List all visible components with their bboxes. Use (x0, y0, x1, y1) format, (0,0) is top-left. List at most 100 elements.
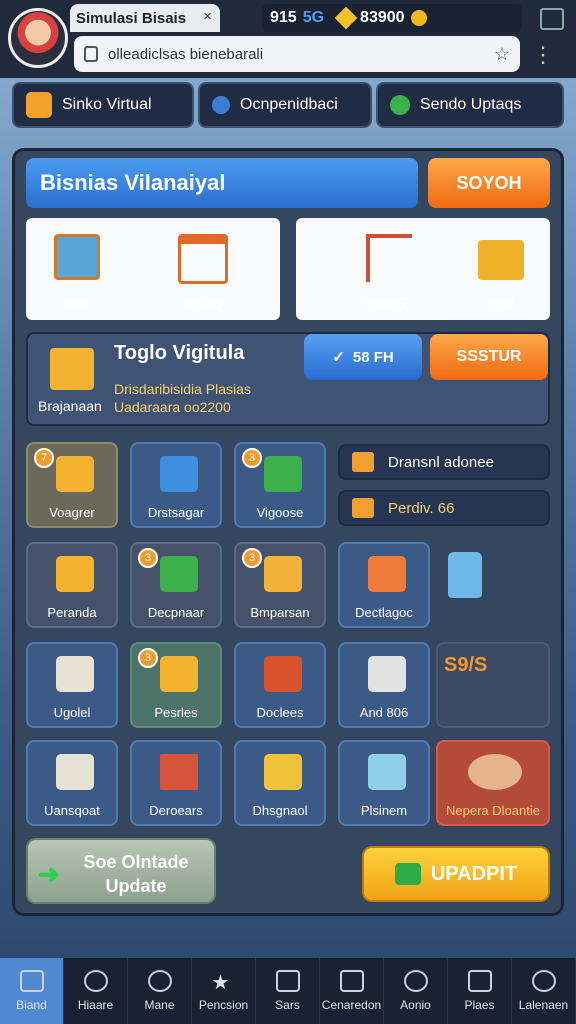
bottom-nav-label: Aonio (400, 998, 431, 1012)
bottom-nav-item[interactable]: Cenaredon (320, 958, 384, 1024)
bottom-nav-item[interactable]: Lalenaen (512, 958, 576, 1024)
calendar-icon (339, 970, 364, 992)
tile-item[interactable]: 3 Bmparsan (234, 542, 326, 628)
confirm-button[interactable]: ✓ 58 FH (304, 334, 422, 380)
tile-item[interactable]: Nepera Dloantie (436, 740, 550, 826)
tile-item[interactable]: 3 Decpnaar (130, 542, 222, 628)
info-row[interactable]: Dransnl adonee (338, 444, 550, 480)
footer-label: Update (105, 876, 167, 896)
blue-box-icon (160, 456, 198, 492)
tile-label: Vigoose (256, 505, 304, 520)
tile-item[interactable]: 7 Voagrer (26, 442, 118, 528)
green-box-icon (160, 556, 198, 592)
tile-label: Ugolel (53, 705, 91, 720)
avatar[interactable] (8, 8, 68, 68)
confirm-label: 58 FH (352, 348, 394, 366)
store-icon (352, 452, 374, 472)
home-icon (19, 970, 44, 992)
tile-item[interactable]: And 806 (338, 642, 430, 728)
nav-tab-ocnpen[interactable]: Ocnpenidbaci (198, 82, 372, 128)
tile-item[interactable]: Doclees (234, 642, 326, 728)
url-text: olleadiclsas bienebarali (108, 45, 264, 63)
stat-value: 65565 (364, 296, 406, 313)
tile-item[interactable]: 3 Pesrles (130, 642, 222, 728)
building-icon (368, 656, 406, 692)
bottom-nav-item[interactable]: Aonio (384, 958, 448, 1024)
tile-label: Voagrer (49, 505, 95, 520)
bottom-nav-item[interactable]: Mane (128, 958, 192, 1024)
bottom-nav-item[interactable]: Sars (256, 958, 320, 1024)
bottom-nav-item[interactable]: Hiaare (64, 958, 128, 1024)
bottom-nav-label: Mane (144, 998, 175, 1012)
window-icon[interactable] (540, 8, 564, 30)
settings-icon (403, 970, 428, 992)
tile-item[interactable]: Uansqoat (26, 740, 118, 826)
tile-item[interactable]: Dectlagoc (338, 542, 430, 628)
folder-icon (264, 556, 302, 592)
tile-label: Peranda (47, 605, 97, 620)
header-action-button[interactable]: SOYOH (428, 158, 550, 208)
badge: 3 (242, 548, 262, 568)
tile-label: And 806 (359, 705, 409, 720)
promo-action-button[interactable]: SSSTUR (430, 334, 548, 380)
side-value-tile: S9/S (436, 642, 550, 728)
update-button[interactable]: UPADPIT (362, 846, 550, 902)
stat-value: 45936 (180, 296, 222, 313)
bottom-nav-label: Pencsion (198, 998, 249, 1012)
status-bar: 915 5G 83900 (262, 4, 522, 32)
stat-value: 400 (64, 296, 90, 313)
tile-item[interactable]: Plsinem (338, 740, 430, 826)
bookmark-star-icon[interactable]: ☆ (494, 44, 510, 65)
arrow-right-icon: ➜ (38, 859, 60, 889)
tile-item[interactable]: Dhsgnaol (234, 740, 326, 826)
tile-label: Pesrles (154, 705, 198, 720)
bottom-nav-home[interactable]: Biand (0, 958, 64, 1024)
tile-item[interactable]: Ugolel (26, 642, 118, 728)
status-time: 915 (270, 9, 297, 26)
shop-icon (264, 656, 302, 692)
store-building-icon (56, 656, 94, 692)
tile-label: Doclees (256, 705, 304, 720)
bottom-nav-item[interactable]: ★ Pencsion (192, 958, 256, 1024)
olntade-update-button[interactable]: ➜ Soe Olntade Update (26, 838, 216, 904)
group-icon (531, 970, 556, 992)
box-icon (56, 556, 94, 592)
tile-label: Dhsgnaol (252, 803, 308, 818)
nav-tab-label: Sinko Virtual (62, 96, 152, 113)
tab-title: Simulasi Bisais (76, 10, 187, 27)
browser-tab[interactable]: Simulasi Bisais × (70, 4, 220, 32)
bottom-nav-label: Cenaredon (321, 998, 382, 1012)
menu-icon[interactable]: ⋮ (532, 42, 554, 68)
globe-icon (212, 96, 230, 114)
globe-icon (147, 970, 172, 992)
kiosk-icon (264, 754, 302, 790)
promo-subtitle-line: Uadaraara oo2200 (114, 399, 231, 415)
green-box-icon (264, 456, 302, 492)
nav-tab-label: Sendo Uptaqs (420, 96, 522, 113)
info-row-text: Dransnl adonee (388, 453, 494, 471)
tile-label: Uansqoat (44, 803, 100, 818)
crate-icon (352, 498, 374, 518)
tile-label: Drstsagar (147, 505, 205, 520)
tile-item[interactable]: Deroears (130, 740, 222, 826)
potion-icon[interactable] (448, 552, 482, 598)
tile-item[interactable]: Drstsagar (130, 442, 222, 528)
tile-item[interactable]: Peranda (26, 542, 118, 628)
bottom-nav: Biand Hiaare Mane ★ Pencsion Sars Cenared… (0, 958, 576, 1024)
calculator-icon (368, 754, 406, 790)
tile-item[interactable]: 3 Vigoose (234, 442, 326, 528)
crate-icon (478, 240, 524, 280)
bottom-nav-item[interactable]: Plaes (448, 958, 512, 1024)
diamond-icon (334, 6, 358, 30)
tile-label: Dectlagoc (355, 605, 413, 620)
nav-tab-sinko[interactable]: Sinko Virtual (12, 82, 194, 128)
url-bar[interactable]: olleadiclsas bienebarali ☆ (74, 36, 520, 72)
tile-label: Nepera Dloantie (446, 803, 540, 818)
close-icon[interactable]: × (203, 8, 212, 25)
coin-icon (410, 10, 427, 26)
nav-tab-sendo[interactable]: Sendo Uptaqs (376, 82, 564, 128)
bottom-nav-label: Hiaare (77, 998, 114, 1012)
info-row[interactable]: Perdiv. 66 (338, 490, 550, 526)
check-icon (394, 863, 421, 885)
bottom-nav-label: Lalenaen (518, 998, 569, 1012)
